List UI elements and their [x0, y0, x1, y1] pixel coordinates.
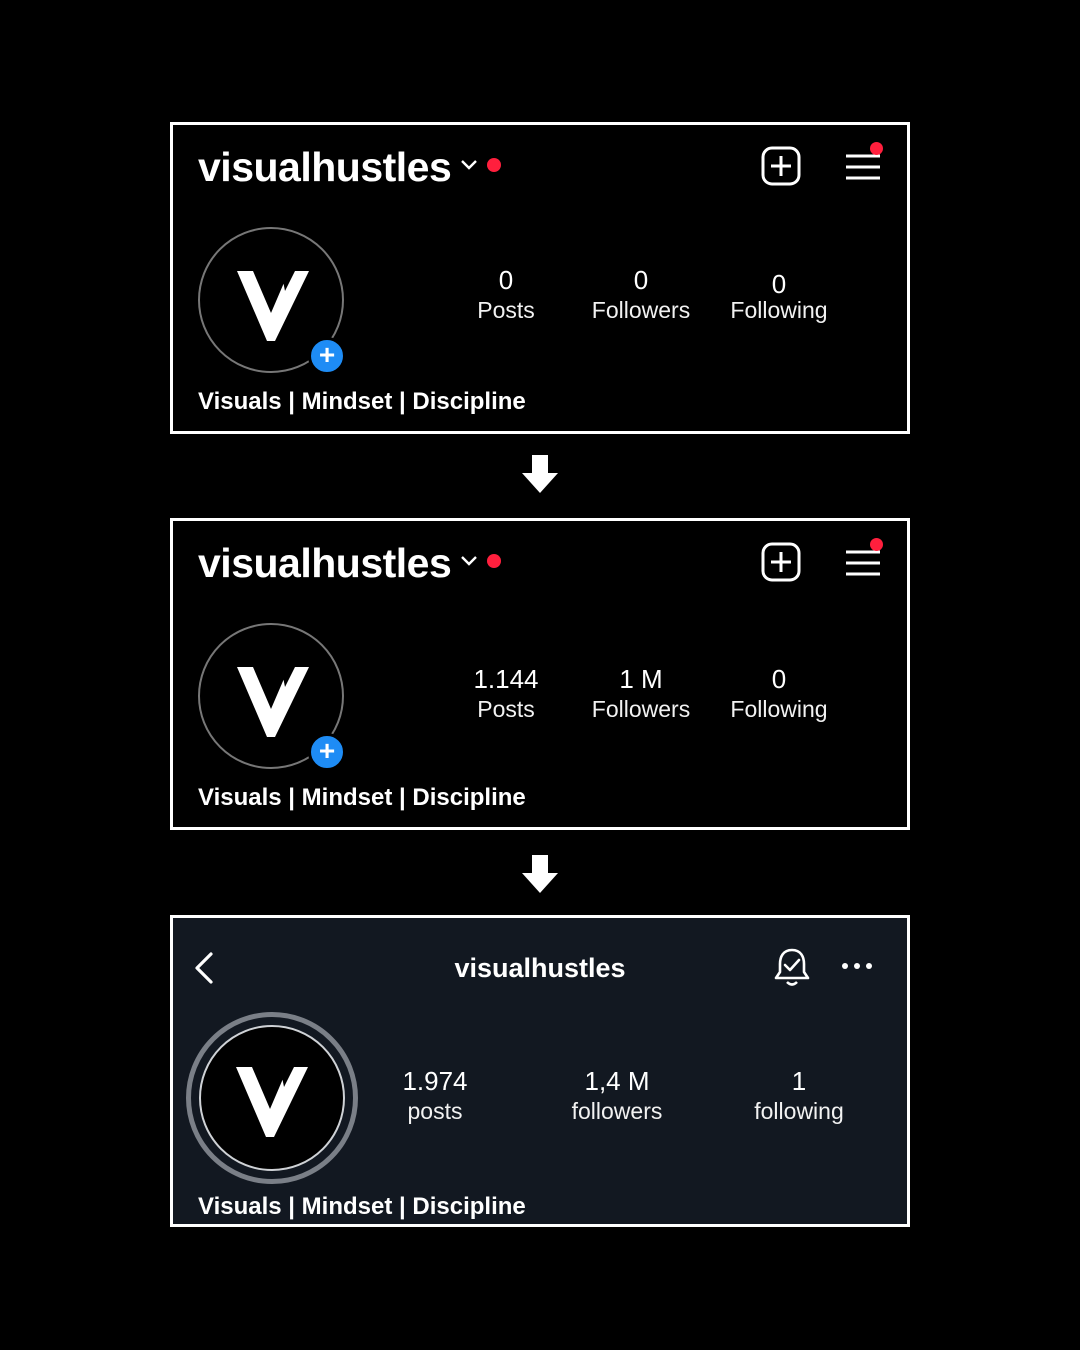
- v-logo-icon: [237, 667, 309, 737]
- following-stat[interactable]: 0 Following: [709, 269, 849, 325]
- menu-notification-dot: [870, 142, 883, 155]
- arrow-down-icon: [522, 855, 558, 893]
- v-logo-icon: [237, 271, 309, 341]
- bio: Visuals | Mindset | Discipline: [198, 388, 526, 415]
- following-label: Following: [730, 696, 828, 722]
- notification-dot: [487, 158, 501, 172]
- notification-dot: [487, 554, 501, 568]
- add-post-icon[interactable]: [760, 145, 802, 187]
- menu-notification-dot: [870, 538, 883, 551]
- bell-check-icon[interactable]: [773, 946, 811, 988]
- following-stat[interactable]: 1 following: [729, 1066, 869, 1126]
- posts-stat[interactable]: 1.144 Posts: [436, 664, 576, 724]
- add-story-button[interactable]: +: [308, 337, 346, 375]
- add-story-button[interactable]: +: [308, 733, 346, 771]
- profile-panel-public-view: visualhustles 1.974 posts 1,4 M follower…: [170, 915, 910, 1227]
- following-count: 0: [771, 664, 787, 694]
- followers-count: 0: [633, 265, 649, 295]
- more-icon[interactable]: [841, 960, 873, 972]
- posts-stat[interactable]: 1.974 posts: [365, 1066, 505, 1126]
- followers-stat[interactable]: 1 M Followers: [571, 664, 711, 724]
- posts-count: 1.974: [402, 1066, 468, 1096]
- arrow-down-icon: [522, 455, 558, 493]
- add-post-icon[interactable]: [760, 541, 802, 583]
- posts-count: 0: [498, 265, 514, 295]
- followers-stat[interactable]: 0 Followers: [571, 265, 711, 325]
- followers-label: followers: [571, 1098, 663, 1124]
- posts-label: Posts: [477, 696, 535, 722]
- posts-label: posts: [407, 1098, 463, 1124]
- followers-count: 1,4 M: [584, 1066, 650, 1096]
- profile-panel-own-start: visualhustles + 0 Posts 0 Followers 0 Fo…: [170, 122, 910, 434]
- followers-label: Followers: [591, 696, 691, 722]
- avatar: [199, 1025, 345, 1171]
- v-logo-icon: [236, 1067, 308, 1137]
- followers-count: 1 M: [619, 664, 663, 694]
- chevron-down-icon[interactable]: [459, 554, 479, 568]
- profile-panel-own-growth: visualhustles + 1.144 Posts 1 M Follower…: [170, 518, 910, 830]
- chevron-down-icon[interactable]: [459, 158, 479, 172]
- username[interactable]: visualhustles: [198, 143, 452, 191]
- followers-stat[interactable]: 1,4 M followers: [547, 1066, 687, 1126]
- bio: Visuals | Mindset | Discipline: [198, 784, 526, 811]
- avatar-ring[interactable]: [186, 1012, 358, 1184]
- posts-count: 1.144: [473, 664, 539, 694]
- username[interactable]: visualhustles: [198, 539, 452, 587]
- bio: Visuals | Mindset | Discipline: [198, 1193, 526, 1220]
- following-label: following: [754, 1098, 844, 1124]
- posts-label: Posts: [477, 297, 535, 323]
- followers-label: Followers: [591, 297, 691, 323]
- following-label: Following: [730, 297, 828, 323]
- following-count: 1: [791, 1066, 807, 1096]
- posts-stat[interactable]: 0 Posts: [436, 265, 576, 325]
- following-stat[interactable]: 0 Following: [709, 664, 849, 724]
